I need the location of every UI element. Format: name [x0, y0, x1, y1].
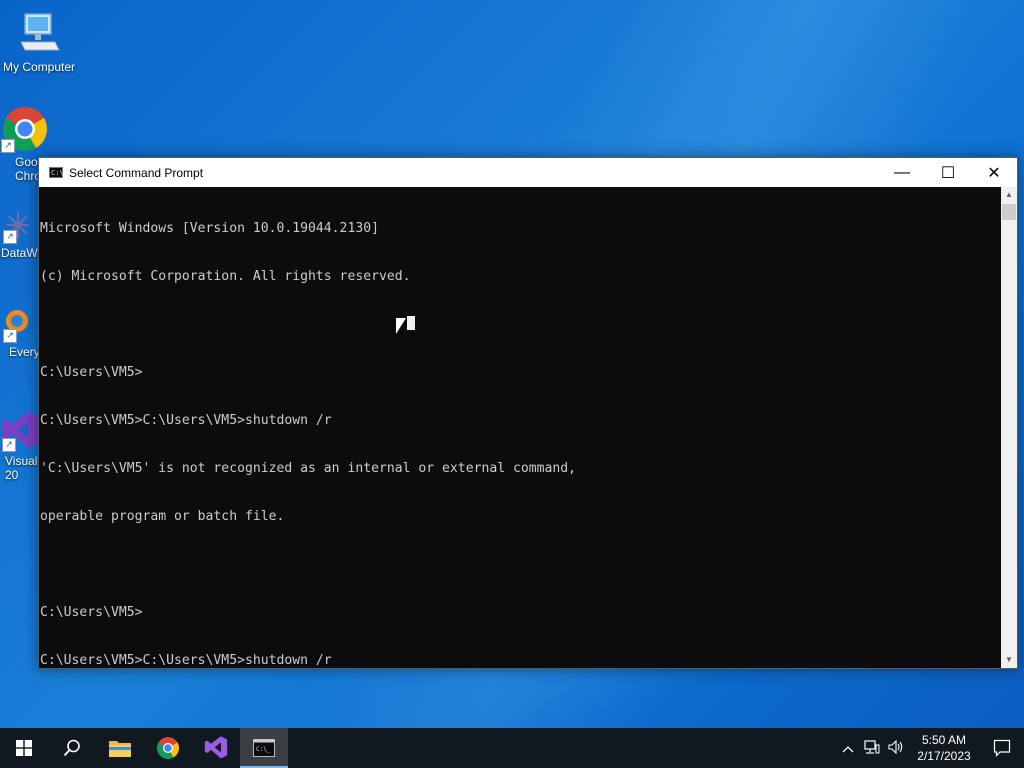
console-line: C:\Users\VM5>: [40, 365, 143, 380]
command-prompt-window[interactable]: C:\ Select Command Prompt — ☐ ✕ Microsof…: [38, 157, 1018, 669]
desktop-icon-label: Every: [9, 345, 40, 359]
network-icon[interactable]: [860, 739, 884, 757]
console-line: operable program or batch file.: [40, 509, 285, 524]
desktop-icon-my-computer[interactable]: My Computer: [1, 10, 77, 74]
scroll-down-icon[interactable]: ▼: [1001, 652, 1017, 668]
console-line: Microsoft Windows [Version 10.0.19044.21…: [40, 221, 379, 236]
taskbar-command-prompt[interactable]: C:\_: [240, 728, 288, 768]
close-button[interactable]: ✕: [971, 158, 1017, 187]
command-prompt-icon: C:\: [49, 167, 64, 178]
action-center-button[interactable]: [980, 728, 1024, 768]
search-icon: [63, 739, 80, 757]
taskbar-visual-studio[interactable]: [192, 728, 240, 768]
taskbar-chrome[interactable]: [144, 728, 192, 768]
search-button[interactable]: [48, 728, 96, 768]
minimize-button[interactable]: —: [879, 158, 925, 187]
minimize-icon: —: [894, 163, 910, 181]
taskbar-file-explorer[interactable]: [96, 728, 144, 768]
command-prompt-icon: C:\_: [253, 739, 275, 757]
desktop-icon-label: My Computer: [2, 60, 76, 74]
scrollbar-thumb[interactable]: [1002, 204, 1016, 220]
desktop-icon-everything[interactable]: ↗ Every: [0, 305, 40, 359]
console-line: 'C:\Users\VM5' is not recognized as an i…: [40, 461, 577, 476]
visual-studio-icon: [204, 736, 228, 759]
volume-icon[interactable]: [884, 739, 908, 757]
notification-icon: [993, 739, 1011, 757]
maximize-icon: ☐: [940, 164, 956, 182]
desktop-icon-label: DataW: [1, 246, 38, 260]
chrome-icon: ↗: [1, 105, 49, 153]
chevron-up-icon[interactable]: [836, 740, 860, 756]
console-line: (c) Microsoft Corporation. All rights re…: [40, 269, 411, 284]
vertical-scrollbar[interactable]: ▲ ▼: [1001, 187, 1017, 668]
windows-logo-icon: [16, 740, 32, 756]
desktop-icon-label: Visual 20: [5, 454, 38, 482]
window-title: Select Command Prompt: [69, 165, 204, 180]
shortcut-arrow-icon: ↗: [2, 438, 16, 452]
start-button[interactable]: [0, 728, 48, 768]
desktop-icon-visual-studio[interactable]: ↗ Visual 20: [0, 410, 42, 482]
shortcut-arrow-icon: ↗: [3, 230, 17, 244]
shortcut-arrow-icon: ↗: [3, 329, 17, 343]
text-cursor: [407, 316, 415, 330]
shortcut-arrow-icon: ↗: [1, 139, 15, 153]
file-explorer-icon: [109, 741, 131, 757]
console-output[interactable]: Microsoft Windows [Version 10.0.19044.21…: [39, 187, 1001, 668]
clock-time: 5:50 AM: [921, 733, 967, 747]
datawrapper-icon: ↗: [3, 208, 33, 244]
taskbar-clock[interactable]: 5:50 AM 2/17/2023: [908, 732, 980, 764]
everything-search-icon: ↗: [3, 305, 33, 343]
clock-date: 2/17/2023: [917, 749, 971, 763]
taskbar: C:\_ 5:50 AM 2/17/2023: [0, 728, 1024, 768]
mouse-pointer-icon: [396, 318, 406, 334]
window-titlebar[interactable]: C:\ Select Command Prompt — ☐ ✕: [39, 158, 1017, 187]
console-line: C:\Users\VM5>C:\Users\VM5>shutdown /r: [40, 653, 332, 668]
system-tray: 5:50 AM 2/17/2023: [836, 728, 1024, 768]
close-icon: ✕: [987, 164, 1001, 182]
chrome-icon: [157, 737, 179, 759]
visual-studio-icon: ↗: [2, 410, 38, 452]
console-line: C:\Users\VM5>C:\Users\VM5>shutdown /r: [40, 413, 332, 428]
computer-icon: [15, 10, 63, 58]
console-line: C:\Users\VM5>: [40, 605, 143, 620]
desktop-icon-datawrapper[interactable]: ↗ DataW: [0, 208, 38, 260]
maximize-button[interactable]: ☐: [925, 158, 971, 187]
scroll-up-icon[interactable]: ▲: [1001, 187, 1017, 203]
svg-text:C:\_: C:\_: [256, 746, 271, 753]
